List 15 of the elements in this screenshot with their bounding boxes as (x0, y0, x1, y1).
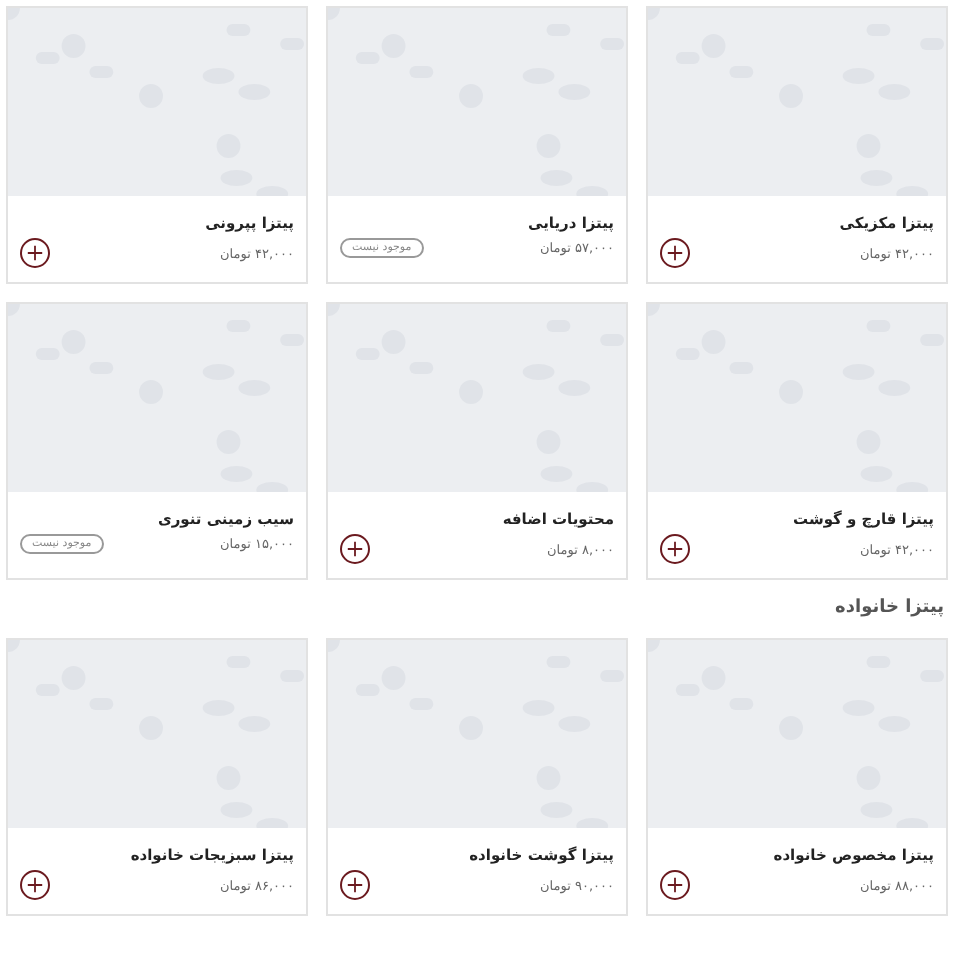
add-button[interactable] (660, 534, 690, 564)
plus-icon (346, 540, 364, 558)
plus-icon (666, 540, 684, 558)
add-button[interactable] (660, 870, 690, 900)
plus-icon (26, 244, 44, 262)
add-button[interactable] (340, 534, 370, 564)
plus-icon (666, 876, 684, 894)
plus-icon (666, 244, 684, 262)
section-title: پیتزا خانواده (833, 598, 944, 618)
add-button[interactable] (340, 870, 370, 900)
add-button[interactable] (20, 238, 50, 268)
plus-icon (346, 876, 364, 894)
add-button[interactable] (660, 238, 690, 268)
plus-icon (26, 876, 44, 894)
add-button[interactable] (20, 870, 50, 900)
